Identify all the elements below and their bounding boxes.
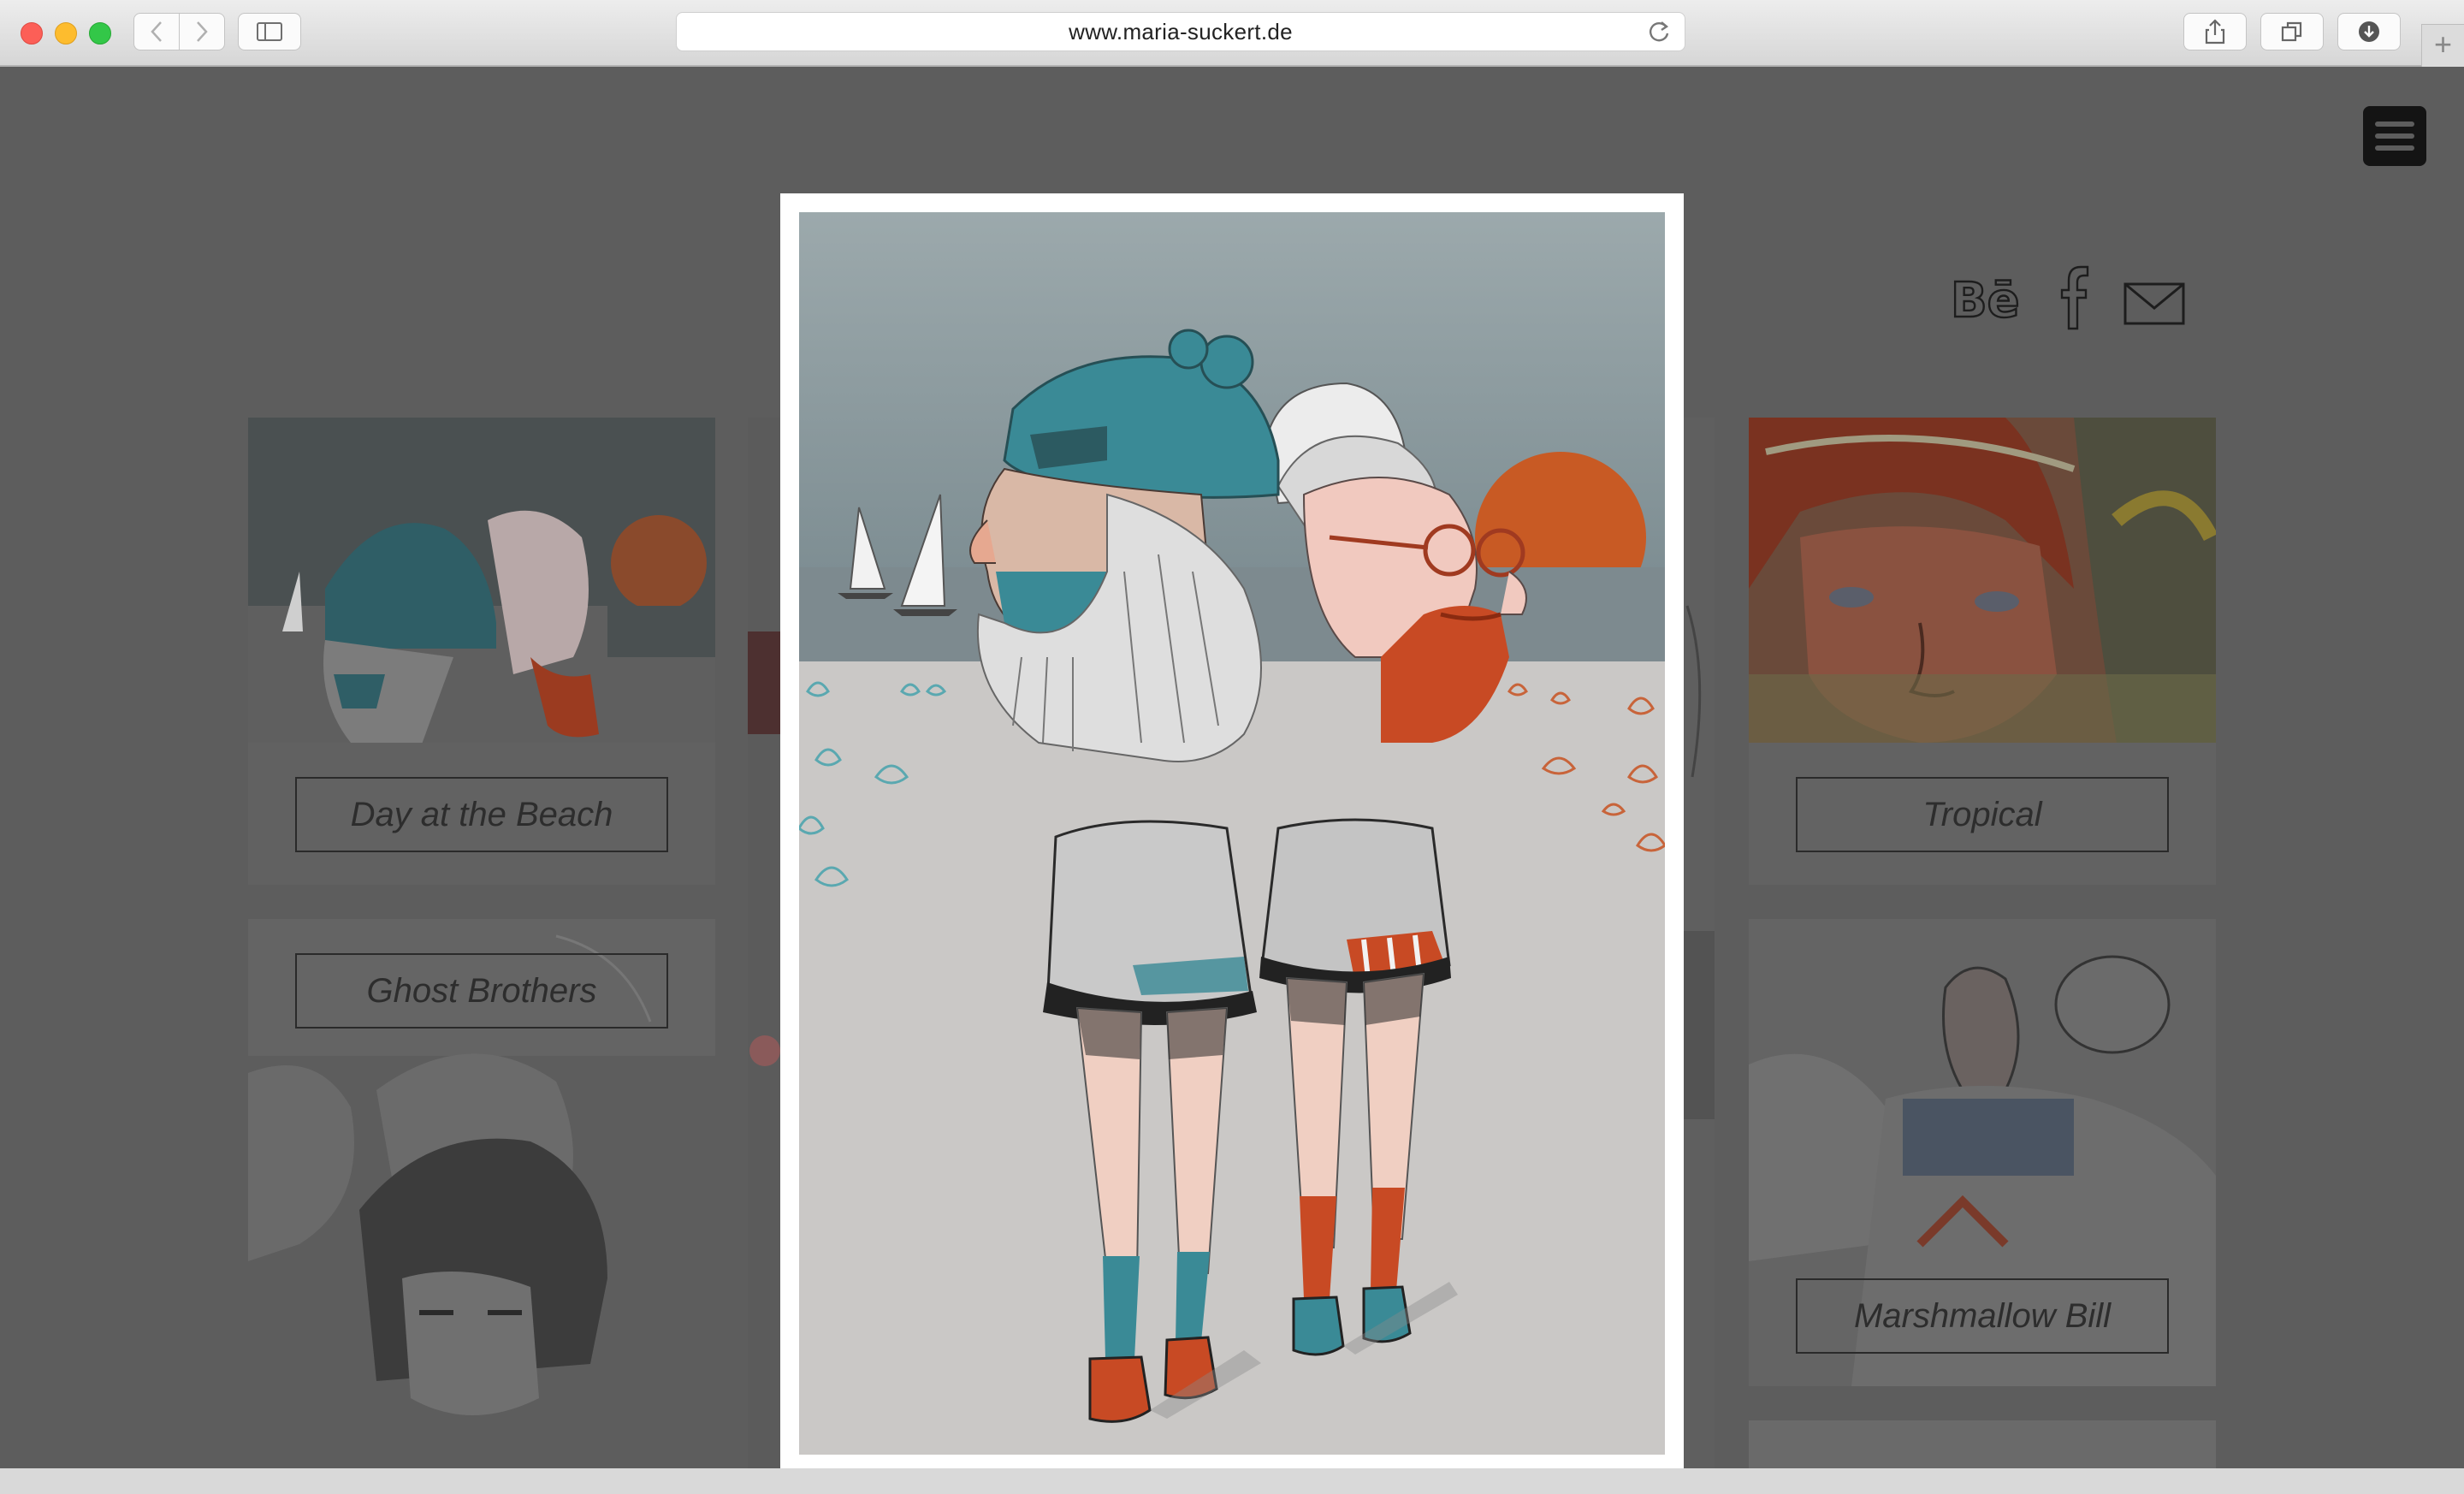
menu-bar: [2375, 145, 2414, 151]
gallery-tile-next[interactable]: [1749, 1420, 2216, 1468]
chevron-right-icon: [197, 21, 208, 42]
tile-title: Marshmallow Bill: [1796, 1278, 2169, 1354]
gallery-tile-tropical[interactable]: Tropical: [1749, 418, 2216, 885]
sidebar-button[interactable]: [238, 13, 301, 50]
forward-button[interactable]: [179, 13, 225, 50]
tile-title: Day at the Beach: [295, 777, 668, 852]
chevron-left-icon: [151, 21, 162, 42]
back-button[interactable]: [133, 13, 180, 50]
hamburger-menu-button[interactable]: [2363, 106, 2426, 166]
tile-title: Ghost Brothers: [295, 953, 668, 1029]
share-button[interactable]: [2183, 13, 2247, 50]
menu-bar: [2375, 133, 2414, 139]
downloads-button[interactable]: [2337, 13, 2401, 50]
download-icon: [2359, 21, 2379, 42]
sidebar-icon: [257, 22, 282, 41]
address-bar[interactable]: www.maria-suckert.de: [676, 12, 1685, 51]
gallery-tile-partial-left[interactable]: [748, 418, 782, 1468]
url-text: www.maria-suckert.de: [1069, 18, 1293, 44]
lightbox-image-frame[interactable]: [780, 193, 1684, 1468]
gallery-tile-ghost-brothers[interactable]: Ghost Brothers: [248, 919, 715, 1468]
menu-bar: [2375, 122, 2414, 127]
gallery-tile-partial-right[interactable]: [1684, 418, 1715, 1468]
partial-thumbnail: [1684, 418, 1715, 1468]
close-window-button[interactable]: [21, 22, 43, 44]
email-icon[interactable]: [2122, 264, 2187, 332]
gallery-tile-marshmallow-bill[interactable]: Marshmallow Bill: [1749, 919, 2216, 1386]
tile-title: Tropical: [1796, 777, 2169, 852]
browser-toolbar: www.maria-suckert.de +: [0, 0, 2464, 67]
browser-status-bar: [0, 1468, 2464, 1494]
webpage: Bē Day at the Beach Ghost Brothers Tropi…: [0, 67, 2464, 1468]
new-tab-button[interactable]: +: [2421, 24, 2464, 67]
zoom-window-button[interactable]: [89, 22, 111, 44]
day-at-the-beach-illustration: [799, 212, 1665, 1455]
reload-icon[interactable]: [1647, 19, 1671, 44]
facebook-icon[interactable]: [2052, 264, 2094, 332]
partial-thumbnail: [748, 418, 782, 1468]
share-icon: [2205, 19, 2225, 44]
tabs-overview-button[interactable]: [2260, 13, 2324, 50]
svg-text:Bē: Bē: [1951, 273, 2019, 329]
behance-icon[interactable]: Bē: [1951, 264, 2019, 332]
tabs-icon: [2281, 21, 2302, 42]
gallery-tile-day-at-the-beach[interactable]: Day at the Beach: [248, 418, 715, 885]
minimize-window-button[interactable]: [55, 22, 77, 44]
